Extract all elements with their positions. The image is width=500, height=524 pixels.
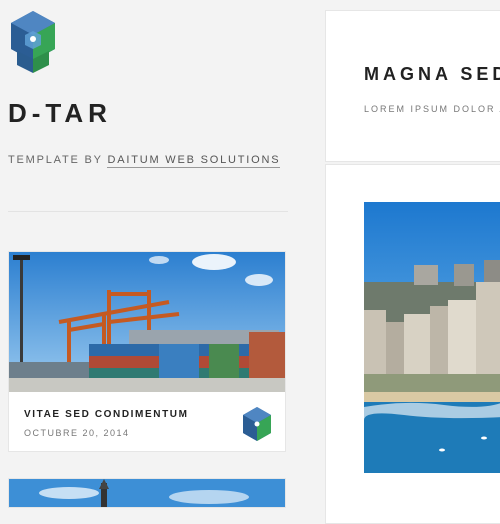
post-card[interactable]: VITAE SED CONDIMENTUM OCTUBRE 20, 2014 [8,251,286,452]
tagline-prefix: TEMPLATE BY [8,154,108,166]
sidebar: D-TAR TEMPLATE BY DAITUM WEB SOLUTIONS V… [0,0,300,508]
card-date: OCTUBRE 20, 2014 [24,428,130,438]
sidebar-divider [8,211,288,212]
blue-sky-tower-photo[interactable] [9,479,286,508]
post-card[interactable] [8,478,286,508]
site-title[interactable]: D-TAR [8,98,112,129]
site-tagline: TEMPLATE BY DAITUM WEB SOLUTIONS [8,154,281,168]
post-subtitle: LOREM IPSUM DOLOR A [364,104,500,114]
coastal-city-skyline-photo[interactable] [364,202,500,473]
post-title[interactable]: MAGNA SED [364,64,500,85]
card-title[interactable]: VITAE SED CONDIMENTUM [24,409,189,420]
container-port-cranes-photo[interactable] [9,252,286,392]
hex-cube-logo-icon[interactable] [7,9,59,75]
hex-cube-logo-icon [243,407,271,441]
author-link[interactable]: DAITUM WEB SOLUTIONS [107,154,281,168]
main-post-header [325,10,500,162]
